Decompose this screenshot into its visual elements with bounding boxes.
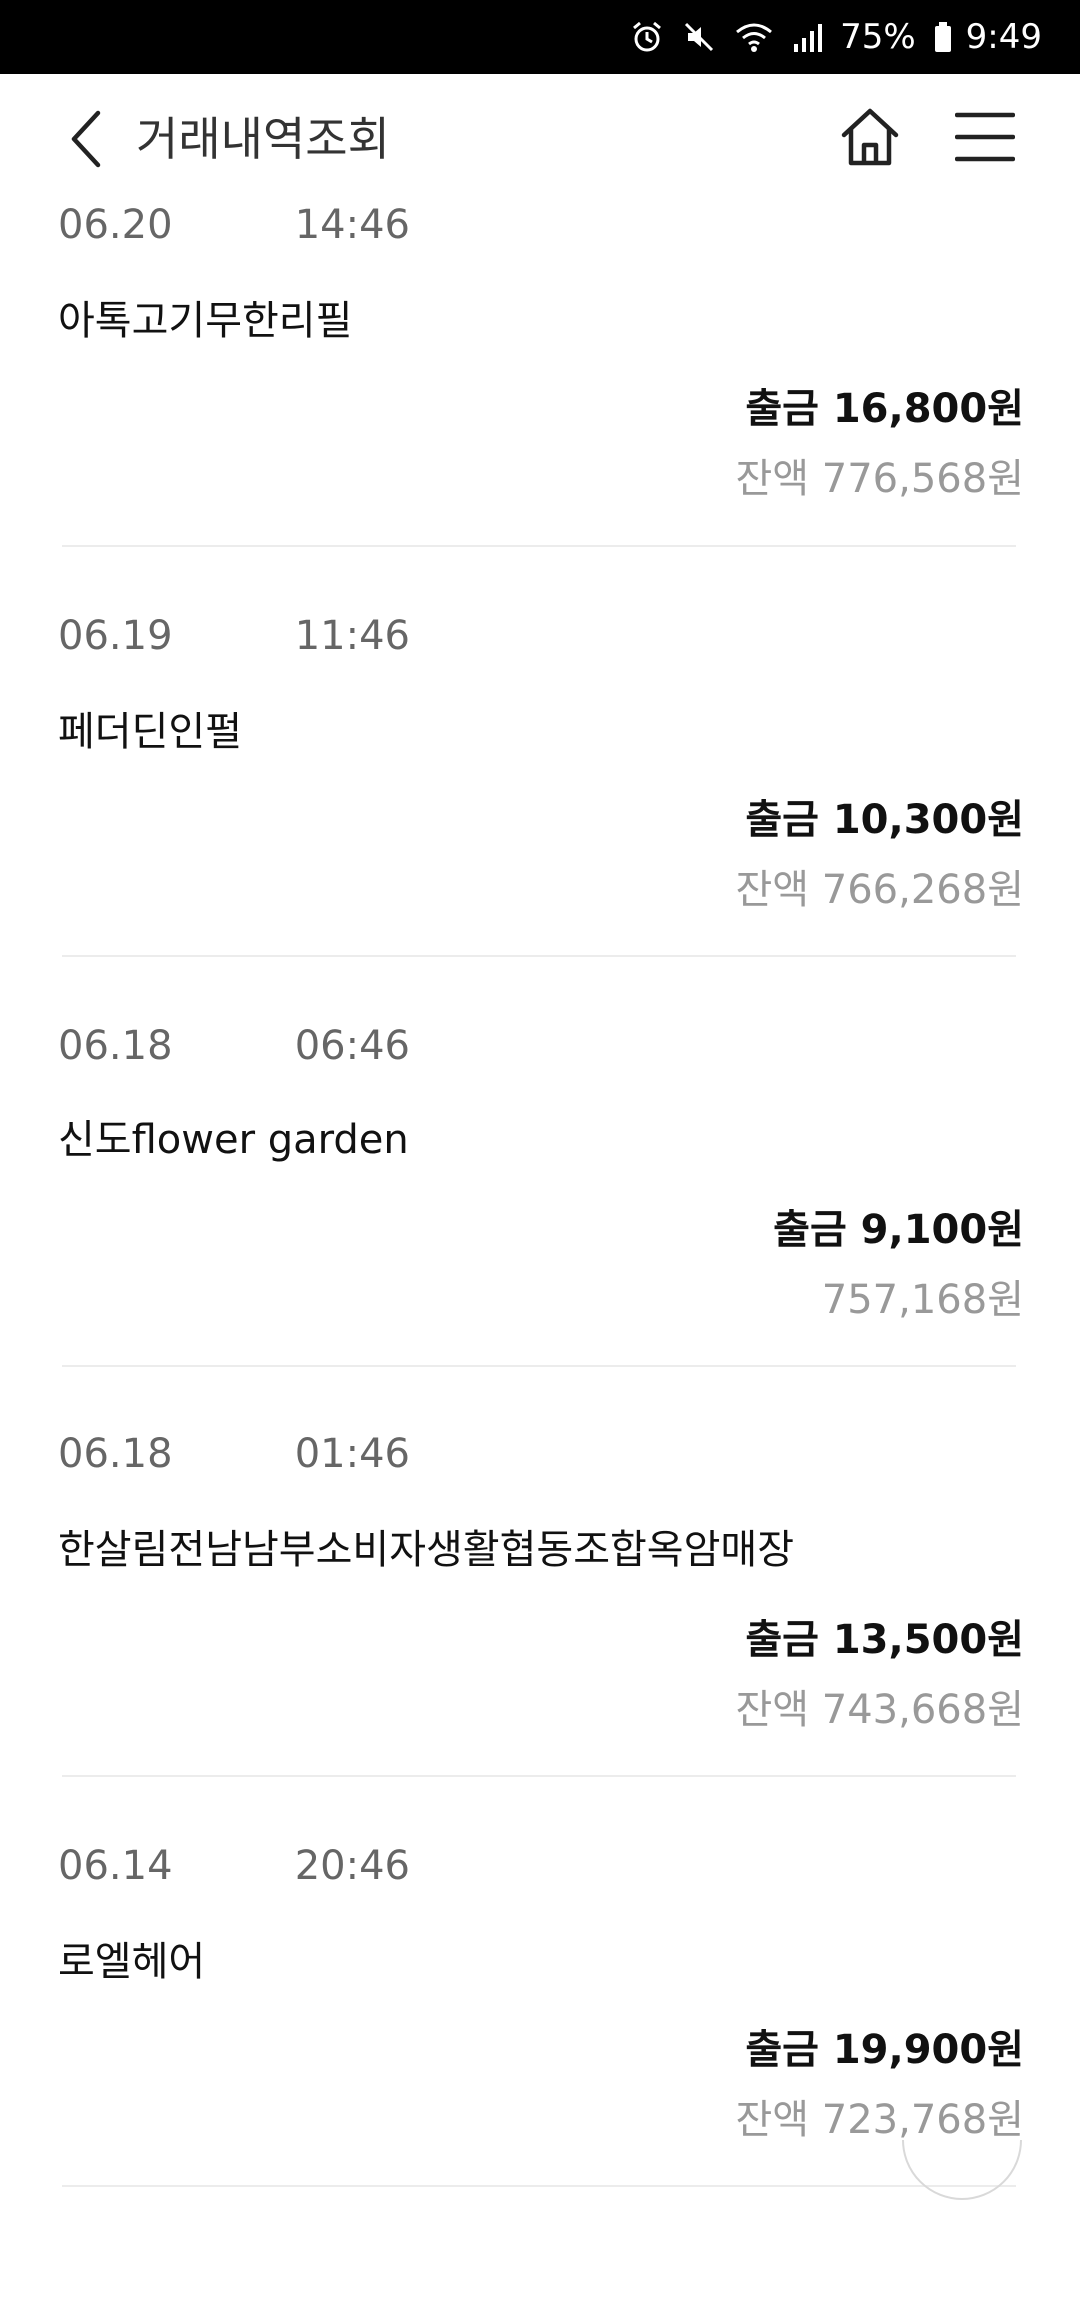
transaction-merchant: 아톡고기무한리필 xyxy=(58,298,353,344)
transaction-time: 11:46 xyxy=(294,613,410,659)
battery-icon xyxy=(934,22,952,52)
signal-icon xyxy=(792,22,824,52)
status-clock: 9:49 xyxy=(965,17,1042,57)
transaction-date: 06.19 xyxy=(58,613,173,659)
transaction-amount: 출금 9,100원 xyxy=(773,1207,1024,1253)
transaction-item[interactable]: 06.20 14:46 아톡고기무한리필 출금 16,800원 잔액 776,5… xyxy=(0,202,1080,547)
back-button[interactable] xyxy=(56,104,116,174)
transaction-merchant: 한살림전남남부소비자생활협동조합옥암매장 xyxy=(58,1527,794,1573)
transaction-amount: 출금 10,300원 xyxy=(745,797,1024,843)
transaction-amount: 출금 19,900원 xyxy=(745,2027,1024,2073)
wifi-icon xyxy=(734,20,774,54)
transaction-time: 01:46 xyxy=(294,1431,410,1477)
transaction-date: 06.20 xyxy=(58,202,173,248)
transaction-balance: 잔액 743,668원 xyxy=(735,1687,1024,1733)
transaction-amount: 출금 13,500원 xyxy=(745,1617,1024,1663)
transaction-date: 06.18 xyxy=(58,1023,173,1069)
transaction-balance: 757,168원 xyxy=(821,1277,1024,1323)
transaction-date: 06.14 xyxy=(58,1843,173,1889)
transaction-time: 14:46 xyxy=(294,202,410,248)
transaction-merchant: 페더딘인펄 xyxy=(58,709,242,755)
menu-button[interactable] xyxy=(952,104,1018,170)
hamburger-icon xyxy=(955,112,1015,162)
battery-percent: 75% xyxy=(840,17,916,57)
app-header: 거래내역조회 xyxy=(0,74,1080,202)
chevron-left-icon xyxy=(71,110,101,168)
transaction-time: 20:46 xyxy=(294,1843,410,1889)
home-button[interactable] xyxy=(834,100,906,174)
transaction-list: 06.20 14:46 아톡고기무한리필 출금 16,800원 잔액 776,5… xyxy=(0,202,1080,2187)
home-icon xyxy=(841,108,899,166)
transaction-item[interactable]: 06.18 01:46 한살림전남남부소비자생활협동조합옥암매장 출금 13,5… xyxy=(0,1367,1080,1777)
transaction-item[interactable]: 06.18 06:46 신도flower garden 출금 9,100원 75… xyxy=(0,957,1080,1367)
transaction-time: 06:46 xyxy=(294,1023,410,1069)
transaction-date: 06.18 xyxy=(58,1431,173,1477)
transaction-merchant: 로엘헤어 xyxy=(58,1939,206,1985)
divider xyxy=(62,2185,1016,2187)
transaction-item[interactable]: 06.19 11:46 페더딘인펄 출금 10,300원 잔액 766,268원 xyxy=(0,547,1080,957)
mute-icon xyxy=(682,20,716,54)
transaction-balance: 잔액 776,568원 xyxy=(735,456,1024,502)
alarm-icon xyxy=(630,20,664,54)
page-title: 거래내역조회 xyxy=(136,112,390,166)
status-bar: 75% 9:49 xyxy=(0,0,1080,74)
transaction-balance: 잔액 766,268원 xyxy=(735,867,1024,913)
transaction-item[interactable]: 06.14 20:46 로엘헤어 출금 19,900원 잔액 723,768원 xyxy=(0,1777,1080,2187)
transaction-amount: 출금 16,800원 xyxy=(745,386,1024,432)
transaction-merchant: 신도flower garden xyxy=(58,1117,409,1163)
transaction-balance: 잔액 723,768원 xyxy=(735,2097,1024,2143)
